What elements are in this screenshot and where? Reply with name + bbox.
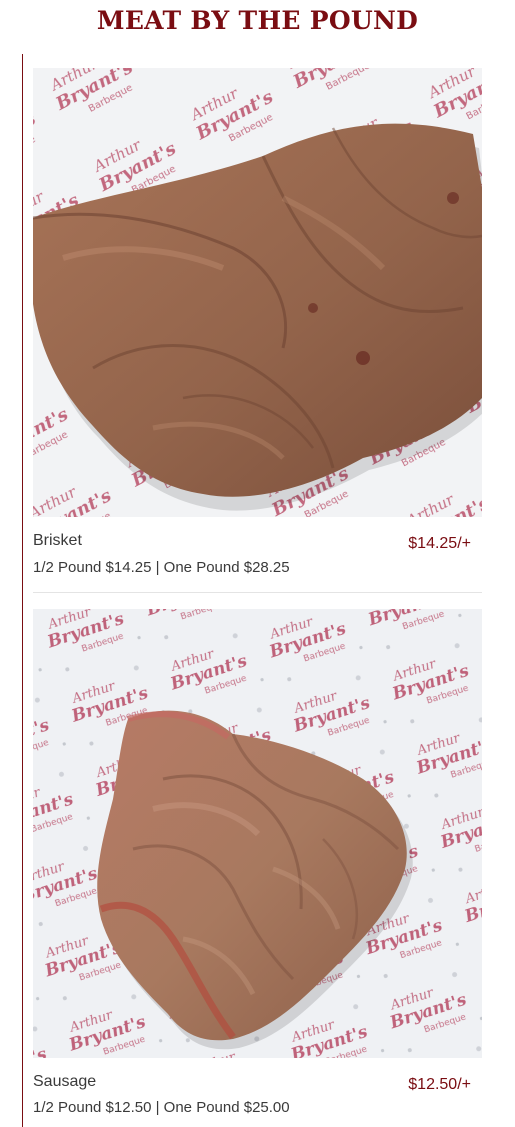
item-divider [33, 592, 482, 593]
sausage-photo[interactable]: Arthur Bryant's Barbeque [33, 609, 482, 1058]
menu-item-sausage[interactable]: Arthur Bryant's Barbeque [33, 609, 482, 1121]
sliced-meat-photo-icon: Arthur Bryant's Barbeque [33, 609, 482, 1058]
item-price: $14.25/+ [408, 535, 471, 552]
item-description: 1/2 Pound $14.25 | One Pound $28.25 [33, 559, 290, 576]
brisket-photo[interactable]: Arthur Bryant's Barbeque [33, 68, 482, 517]
item-name: Sausage [33, 1073, 97, 1090]
item-price: $12.50/+ [408, 1076, 471, 1093]
menu-item-brisket[interactable]: Arthur Bryant's Barbeque [33, 68, 482, 594]
item-description: 1/2 Pound $12.50 | One Pound $25.00 [33, 1099, 290, 1116]
item-name: Brisket [33, 532, 82, 549]
section-title: MEAT BY THE POUND [96, 6, 419, 35]
left-accent-rule [22, 54, 23, 1127]
sliced-brisket-photo-icon: Arthur Bryant's Barbeque [33, 68, 482, 517]
